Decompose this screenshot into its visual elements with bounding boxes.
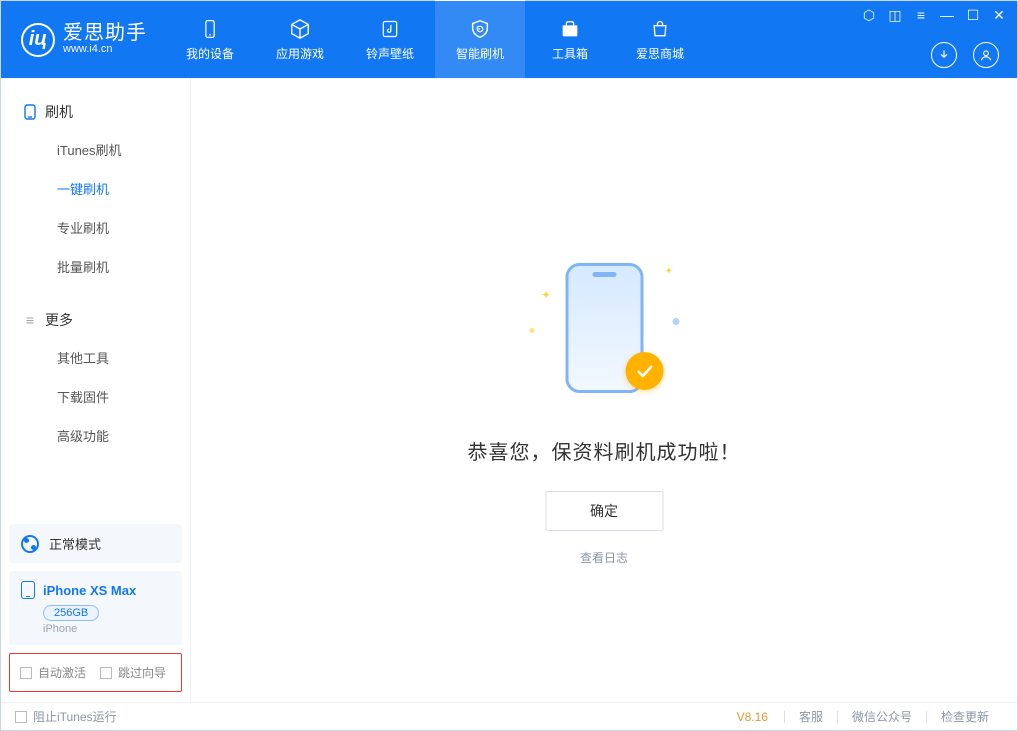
success-panel: ✦ ✦ 恭喜您，保资料刷机成功啦！ 确定 查看日志 <box>468 248 741 566</box>
main-tabs: 我的设备 应用游戏 铃声壁纸 智能刷机 工具箱 爱思商城 <box>165 1 705 78</box>
nav-oneclick-flash[interactable]: 一键刷机 <box>1 169 190 208</box>
tab-ringtone-wallpaper[interactable]: 铃声壁纸 <box>345 1 435 78</box>
version-label: V8.16 <box>737 710 768 724</box>
dot-icon <box>529 328 534 333</box>
success-illustration: ✦ ✦ <box>529 248 679 408</box>
nav-other-tools[interactable]: 其他工具 <box>1 338 190 377</box>
tab-store[interactable]: 爱思商城 <box>615 1 705 78</box>
brand-url: www.i4.cn <box>63 43 147 56</box>
sidebar: 刷机 iTunes刷机 一键刷机 专业刷机 批量刷机 ≡ 更多 其他工具 下载固… <box>1 78 191 702</box>
sparkle-icon: ✦ <box>541 288 551 302</box>
brand-name: 爱思助手 <box>63 23 147 43</box>
nav-advanced[interactable]: 高级功能 <box>1 416 190 455</box>
status-bar: 阻止iTunes运行 V8.16 客服 微信公众号 检查更新 <box>1 702 1017 730</box>
settings-icon[interactable]: ◫ <box>887 7 903 24</box>
footer-links: 客服 微信公众号 检查更新 <box>784 708 1003 725</box>
music-icon <box>378 17 402 41</box>
account-button[interactable] <box>973 42 999 68</box>
download-button[interactable] <box>931 42 957 68</box>
cube-icon <box>288 17 312 41</box>
checkbox-skip-guide[interactable]: 跳过向导 <box>100 664 166 681</box>
nav-itunes-flash[interactable]: iTunes刷机 <box>1 130 190 169</box>
window-controls: ⬡ ◫ ≡ — ☐ ✕ <box>861 7 1007 24</box>
bag-icon <box>648 17 672 41</box>
header-actions <box>931 42 999 68</box>
toolbox-icon <box>558 17 582 41</box>
menu-icon[interactable]: ≡ <box>913 7 929 24</box>
tab-apps-games[interactable]: 应用游戏 <box>255 1 345 78</box>
shield-refresh-icon <box>468 17 492 41</box>
checkbox-block-itunes[interactable]: 阻止iTunes运行 <box>15 708 117 725</box>
capacity-badge: 256GB <box>43 605 99 621</box>
nav-batch-flash[interactable]: 批量刷机 <box>1 247 190 286</box>
options-highlight-box: 自动激活 跳过向导 <box>9 653 182 692</box>
device-name: iPhone XS Max <box>43 583 136 598</box>
tab-toolbox[interactable]: 工具箱 <box>525 1 615 78</box>
check-badge-icon <box>625 352 663 390</box>
view-log-link[interactable]: 查看日志 <box>580 549 628 566</box>
device-card[interactable]: iPhone XS Max 256GB iPhone <box>9 571 182 645</box>
link-support[interactable]: 客服 <box>785 708 837 725</box>
sparkle-icon: ✦ <box>665 266 673 277</box>
tab-my-device[interactable]: 我的设备 <box>165 1 255 78</box>
dot-icon <box>672 318 679 325</box>
checkbox-auto-activate[interactable]: 自动激活 <box>20 664 86 681</box>
ok-button[interactable]: 确定 <box>545 491 663 531</box>
minimize-button[interactable]: — <box>939 7 955 24</box>
list-icon: ≡ <box>23 313 37 327</box>
close-button[interactable]: ✕ <box>991 7 1007 24</box>
mode-card[interactable]: 正常模式 <box>9 524 182 563</box>
mode-icon <box>21 535 39 553</box>
link-wechat[interactable]: 微信公众号 <box>838 708 926 725</box>
link-check-update[interactable]: 检查更新 <box>927 708 1003 725</box>
device-type: iPhone <box>43 623 170 635</box>
device-icon <box>198 17 222 41</box>
app-logo: iц 爱思助手 www.i4.cn <box>1 1 165 78</box>
nav-section-more: ≡ 更多 <box>1 302 190 338</box>
theme-icon[interactable]: ⬡ <box>861 7 877 24</box>
success-message: 恭喜您，保资料刷机成功啦！ <box>468 436 741 465</box>
main-content: ✦ ✦ 恭喜您，保资料刷机成功啦！ 确定 查看日志 <box>191 78 1017 702</box>
logo-icon: iц <box>21 23 55 57</box>
phone-icon <box>23 105 37 119</box>
nav-download-firmware[interactable]: 下载固件 <box>1 377 190 416</box>
phone-icon <box>21 581 35 599</box>
maximize-button[interactable]: ☐ <box>965 7 981 24</box>
title-bar: iц 爱思助手 www.i4.cn 我的设备 应用游戏 铃声壁纸 智能刷机 工具… <box>1 1 1017 78</box>
nav-section-flash: 刷机 <box>1 94 190 130</box>
nav-pro-flash[interactable]: 专业刷机 <box>1 208 190 247</box>
tab-smart-flash[interactable]: 智能刷机 <box>435 0 525 78</box>
